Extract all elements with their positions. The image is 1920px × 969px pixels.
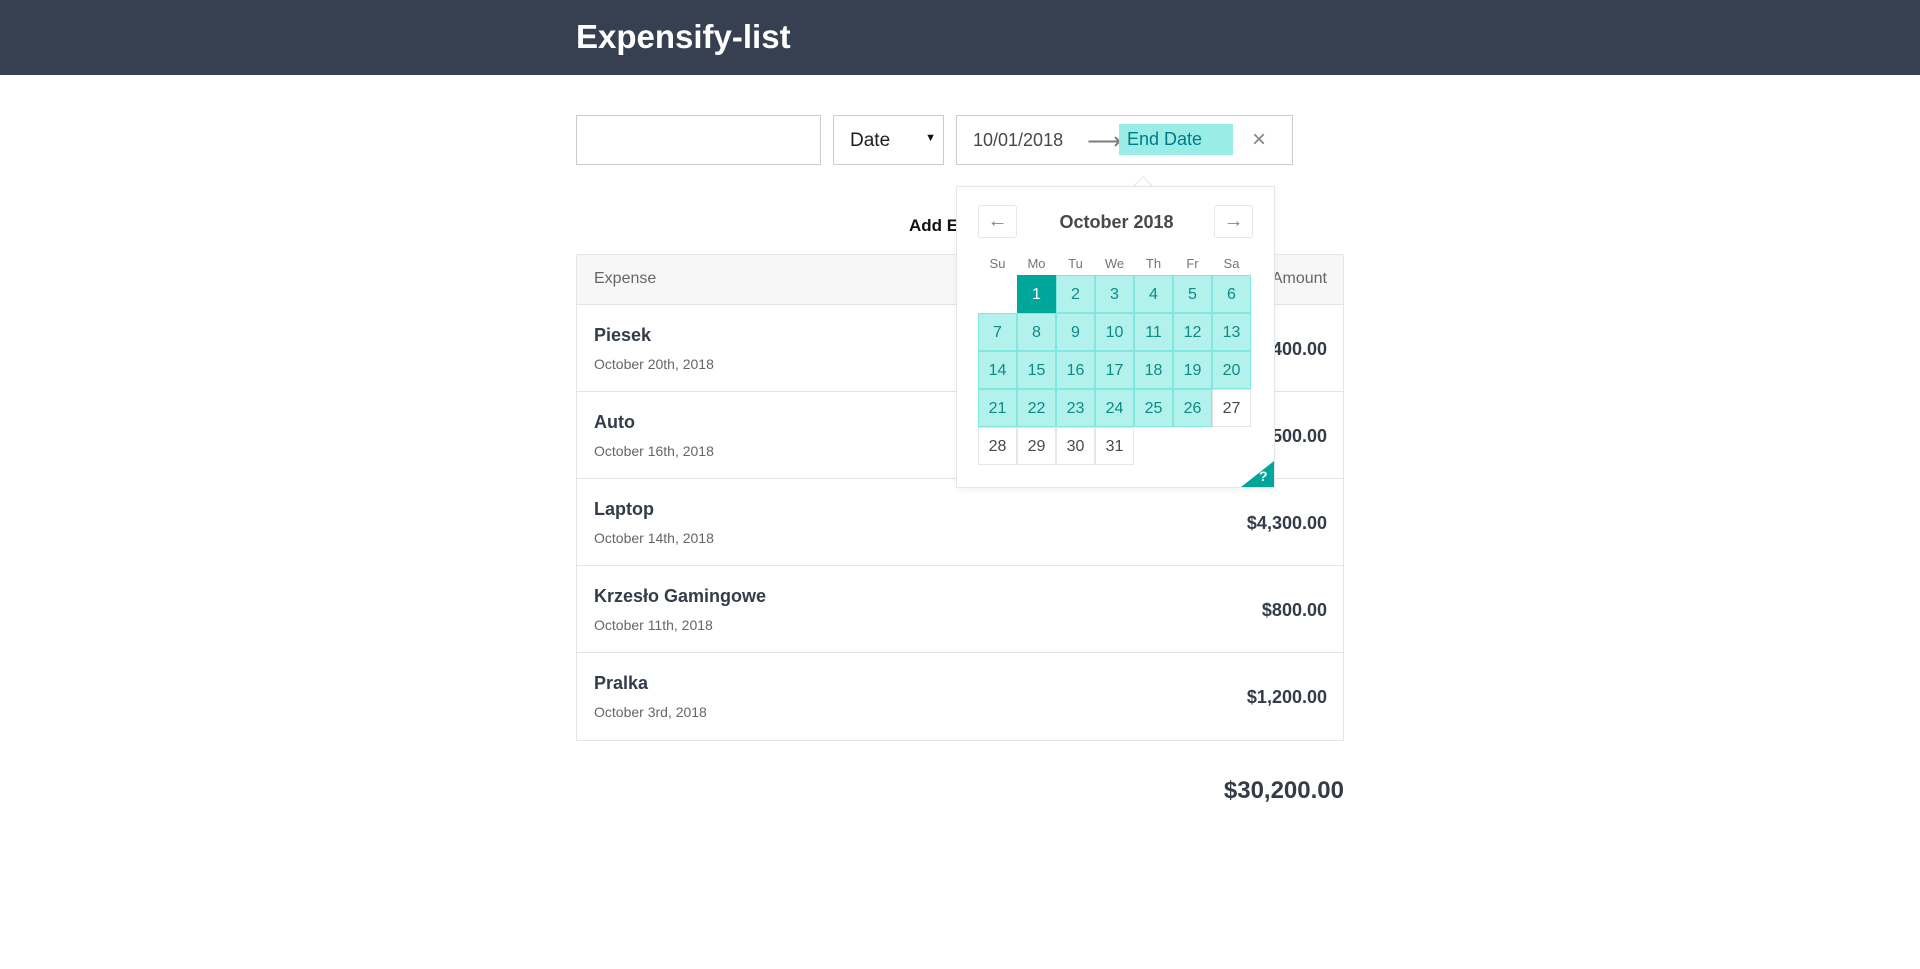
calendar-day[interactable]: 10 [1095,313,1134,351]
calendar-day[interactable]: 28 [978,427,1017,465]
calendar-day[interactable]: 9 [1056,313,1095,351]
keyboard-shortcuts-button[interactable] [1241,461,1274,487]
expense-amount: 500.00 [1271,426,1327,446]
list-item[interactable]: Krzesło Gamingowe October 11th, 2018 $80… [577,566,1343,653]
expense-amount: $4,300.00 [1246,513,1327,533]
list-item[interactable]: Pralka October 3rd, 2018 $1,200.00 [577,653,1343,740]
text-filter-input[interactable] [576,115,821,165]
calendar-day[interactable]: 15 [1017,351,1056,389]
expense-amount: 400.00 [1271,339,1327,359]
calendar-day[interactable]: 31 [1095,427,1134,465]
calendar-day[interactable]: 14 [978,351,1017,389]
app-header: Expensify-list [0,0,1920,75]
calendar-day[interactable]: 29 [1017,427,1056,465]
help-icon[interactable]: ? [1259,468,1268,484]
app-title: Expensify-list [576,18,791,55]
calendar-day[interactable]: 7 [978,313,1017,351]
calendar-day[interactable]: 20 [1212,351,1251,389]
sort-by-value: Date [850,130,891,151]
weekday-tuesday: Tu [1068,256,1083,271]
arrow-right-icon: ⟶ [1087,128,1122,155]
weekday-wednesday: We [1104,256,1125,271]
calendar-day[interactable]: 11 [1134,313,1173,351]
calendar-day[interactable]: 8 [1017,313,1056,351]
next-month-button[interactable]: → [1214,205,1253,238]
calendar-day[interactable]: 22 [1017,389,1056,427]
expense-description: Piesek [594,325,652,345]
calendar-day[interactable]: 16 [1056,351,1095,389]
weekday-sunday: Su [989,256,1006,271]
expense-date: October 16th, 2018 [594,443,714,459]
calendar-day[interactable]: 2 [1056,275,1095,313]
end-date-input[interactable]: End Date [1119,124,1233,155]
calendar-day[interactable]: 18 [1134,351,1173,389]
calendar-day[interactable]: 25 [1134,389,1173,427]
calendar-popup: ← October 2018 → Su Mo Tu We Th Fr Sa 1 … [956,186,1275,488]
date-range-picker[interactable]: 10/01/2018 ⟶ End Date × [956,115,1293,165]
weekday-friday: Fr [1186,256,1199,271]
calendar-day-selected[interactable]: 1 [1017,275,1056,313]
calendar-day[interactable]: 21 [978,389,1017,427]
calendar-day[interactable]: 5 [1173,275,1212,313]
expense-amount: $800.00 [1261,600,1327,620]
sort-by-select[interactable]: Date ▼ [833,115,944,165]
calendar-day[interactable]: 23 [1056,389,1095,427]
chevron-down-icon: ▼ [925,132,936,144]
expense-description: Laptop [594,499,654,519]
expense-amount: $1,200.00 [1246,687,1327,707]
weekday-monday: Mo [1027,256,1046,271]
calendar-day[interactable]: 24 [1095,389,1134,427]
expenses-total: $30,200.00 [1223,777,1344,804]
calendar-day[interactable]: 26 [1173,389,1212,427]
weekday-thursday: Th [1145,256,1162,271]
expense-description: Pralka [594,673,649,693]
calendar-day[interactable]: 3 [1095,275,1134,313]
expense-date: October 14th, 2018 [594,530,714,546]
expense-date: October 3rd, 2018 [594,704,707,720]
header-amount: Amount [1271,270,1327,287]
list-item[interactable]: Laptop October 14th, 2018 $4,300.00 [577,479,1343,566]
add-expense-link[interactable]: Add E [909,216,958,236]
start-date-input[interactable]: 10/01/2018 [973,130,1063,151]
clear-dates-button[interactable]: × [1252,126,1266,154]
calendar-day[interactable]: 4 [1134,275,1173,313]
calendar-day[interactable]: 6 [1212,275,1251,313]
expense-date: October 11th, 2018 [594,617,713,633]
expense-description: Auto [594,412,635,432]
header-expense: Expense [594,270,657,287]
expense-date: October 20th, 2018 [594,356,714,372]
calendar-day[interactable]: 17 [1095,351,1134,389]
calendar-day[interactable]: 13 [1212,313,1251,351]
calendar-day[interactable]: 19 [1173,351,1212,389]
weekday-saturday: Sa [1223,256,1240,271]
calendar-day[interactable]: 12 [1173,313,1212,351]
calendar-day[interactable]: 30 [1056,427,1095,465]
expense-description: Krzesło Gamingowe [594,586,767,606]
calendar-day[interactable]: 27 [1212,389,1251,427]
